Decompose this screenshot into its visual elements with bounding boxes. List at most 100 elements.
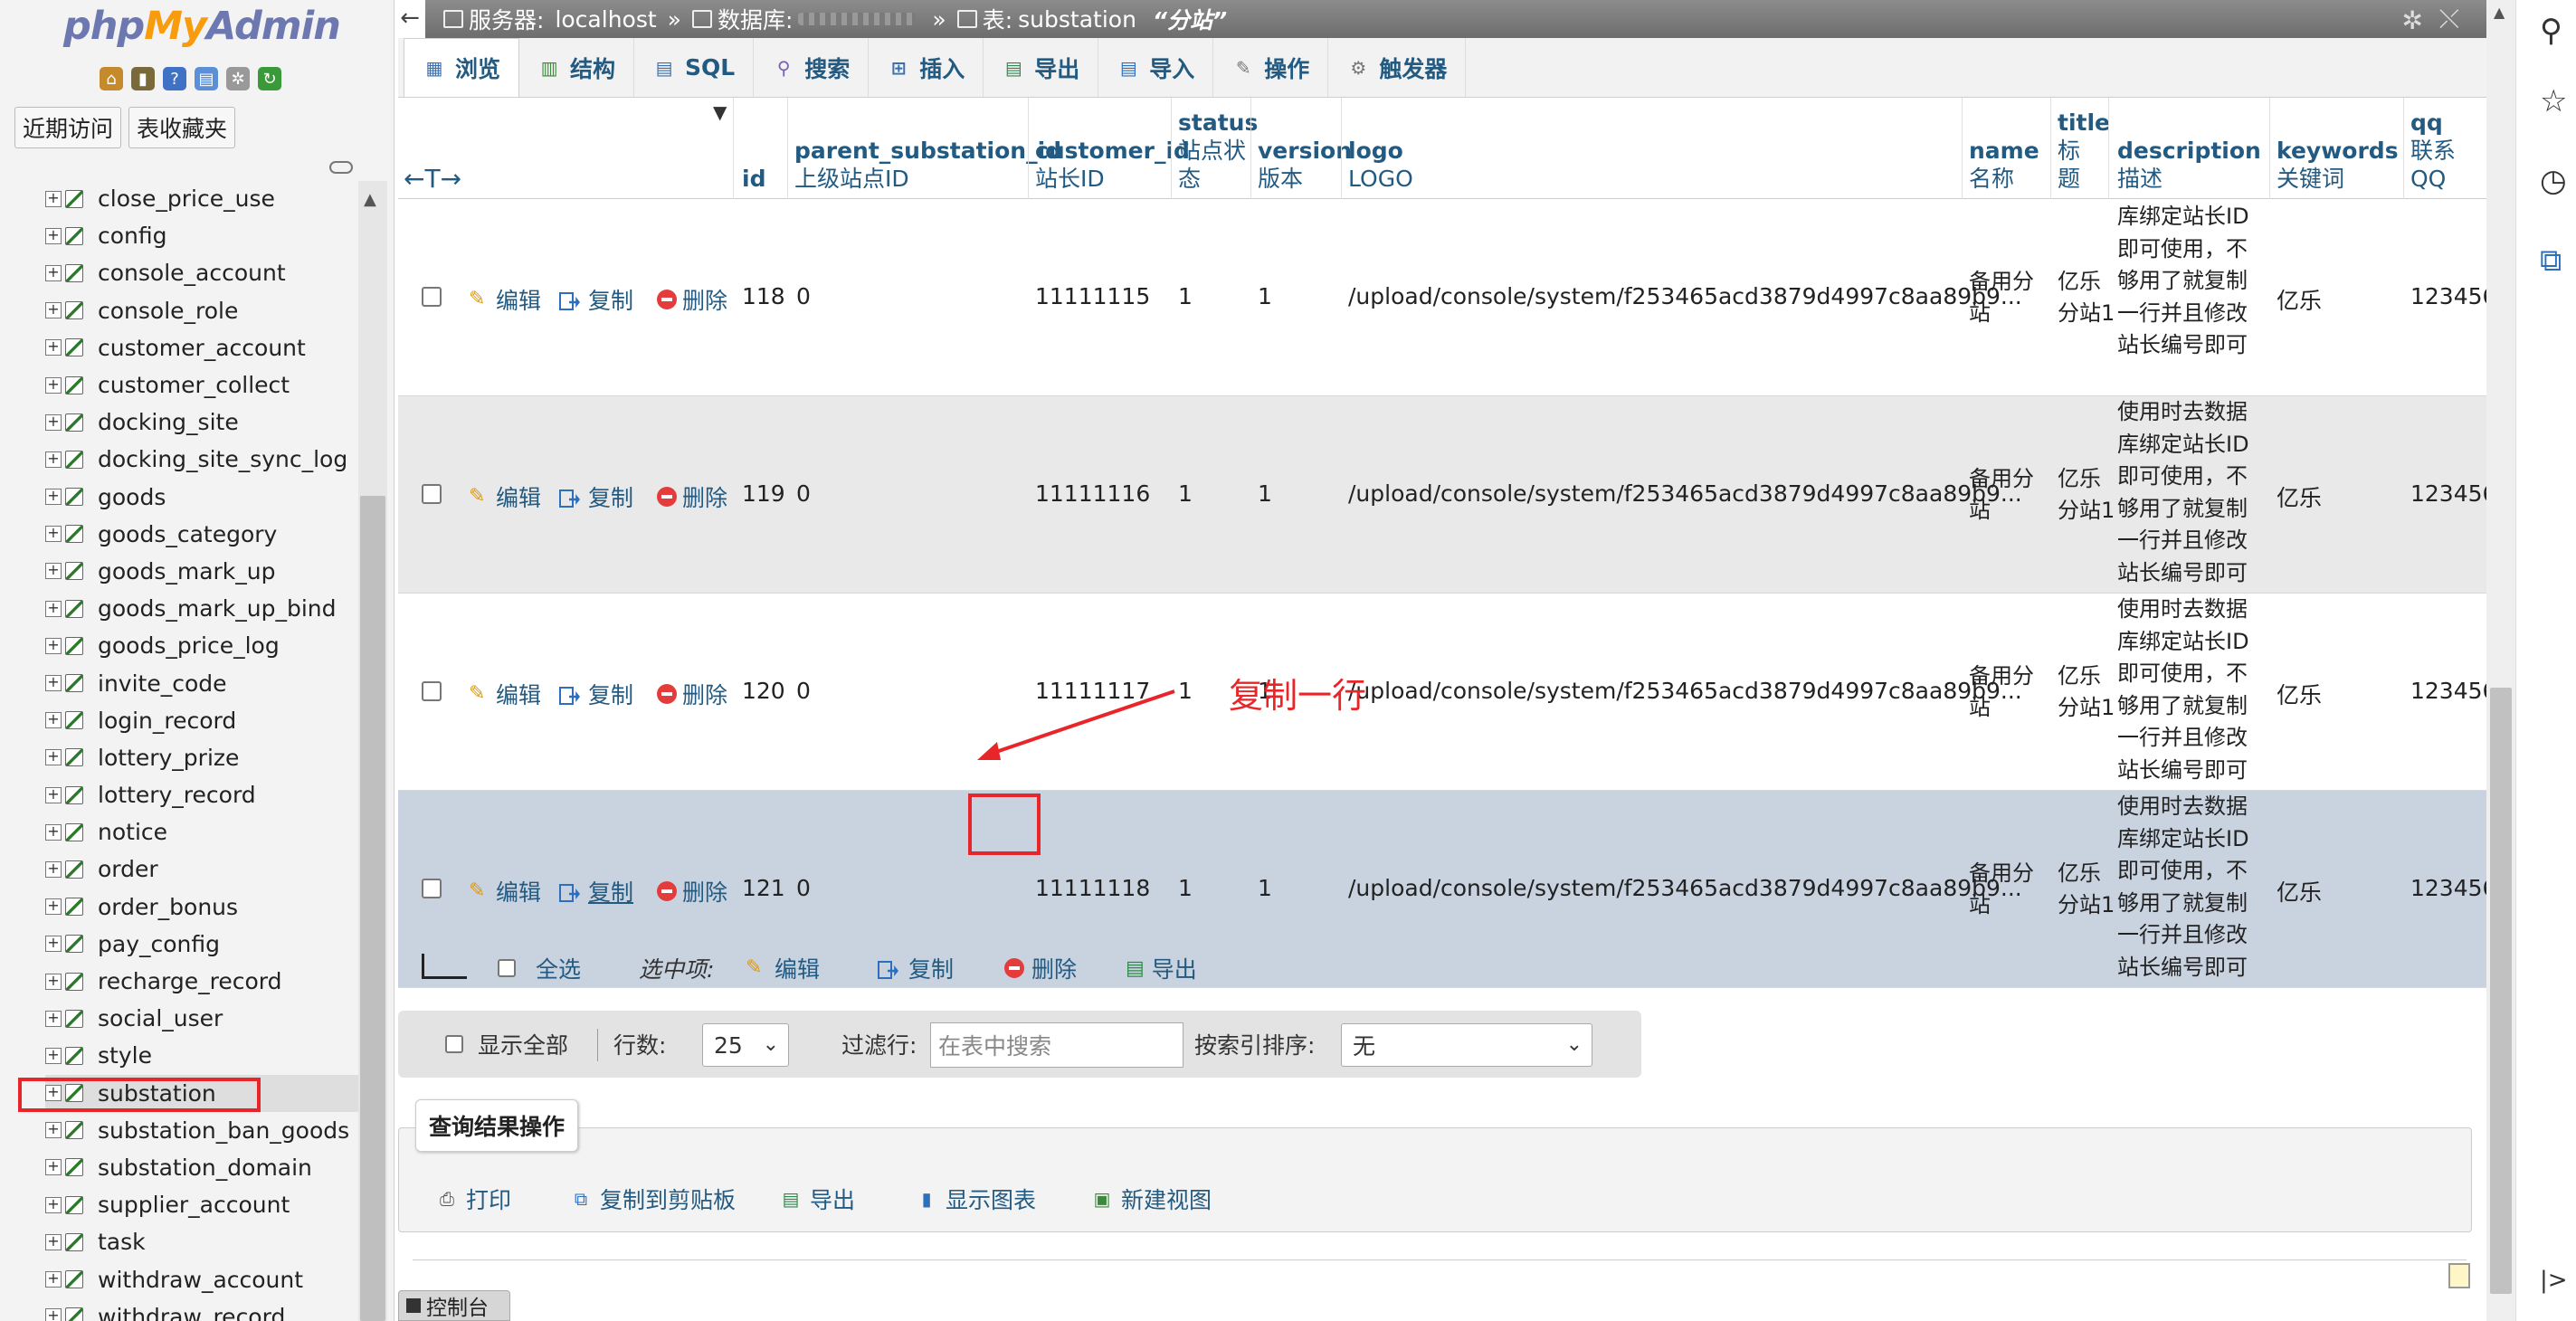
header-status[interactable]: status 站点状态 xyxy=(1178,109,1258,193)
table-item-label[interactable]: close_price_use xyxy=(98,185,275,212)
table-item[interactable]: + docking_site xyxy=(45,404,362,441)
expand-icon[interactable]: + xyxy=(45,563,62,580)
table-item[interactable]: + pay_config xyxy=(45,926,362,963)
edit-link[interactable]: ✎ 编辑 xyxy=(469,283,541,316)
column-menu-chevron-icon[interactable]: ▼ xyxy=(713,101,727,123)
expand-icon[interactable]: + xyxy=(45,526,62,543)
table-item[interactable]: + goods_price_log xyxy=(45,627,362,664)
expand-icon[interactable]: + xyxy=(45,227,62,244)
tab-8[interactable]: ⚙ 触发器 xyxy=(1328,38,1467,97)
edit-link[interactable]: ✎ 编辑 xyxy=(469,875,541,908)
header-logo[interactable]: logo LOGO xyxy=(1348,137,1413,193)
copy-link[interactable]: 复制 xyxy=(559,875,633,908)
expand-icon[interactable]: + xyxy=(45,451,62,468)
expand-icon[interactable]: + xyxy=(45,637,62,654)
expand-icon[interactable]: + xyxy=(45,339,62,356)
table-item[interactable]: + lottery_prize xyxy=(45,739,362,776)
table-item-label[interactable]: order xyxy=(98,856,158,882)
header-customer-id[interactable]: customer_id 站长ID xyxy=(1035,137,1190,193)
gear-icon[interactable]: ✲ xyxy=(226,67,250,90)
table-item[interactable]: + goods_mark_up xyxy=(45,553,362,590)
table-item-label[interactable]: goods xyxy=(98,484,166,510)
table-item[interactable]: + order_bonus xyxy=(45,889,362,926)
expand-icon[interactable]: + xyxy=(45,413,62,431)
table-item[interactable]: + docking_site_sync_log xyxy=(45,441,362,478)
expand-icon[interactable]: + xyxy=(45,1047,62,1064)
expand-icon[interactable]: + xyxy=(45,1010,62,1027)
table-link[interactable]: substation xyxy=(1018,6,1136,33)
table-icon[interactable] xyxy=(65,674,83,693)
show-all-toggle[interactable]: 显示全部 xyxy=(445,1011,568,1078)
delete-link[interactable]: 删除 xyxy=(657,678,727,710)
table-item[interactable]: + notice xyxy=(45,813,362,851)
table-icon[interactable] xyxy=(65,338,83,357)
bulk-export-button[interactable]: ▤ 导出 xyxy=(1126,952,1197,984)
main-scrollbar[interactable]: ▲ xyxy=(2486,0,2515,1321)
table-item-label[interactable]: console_account xyxy=(98,260,286,286)
table-item[interactable]: + login_record xyxy=(45,702,362,739)
table-icon[interactable] xyxy=(65,898,83,917)
console-tab[interactable]: 控制台 xyxy=(398,1290,510,1321)
table-item-label[interactable]: style xyxy=(98,1042,152,1069)
table-icon[interactable] xyxy=(65,488,83,507)
table-icon[interactable] xyxy=(65,525,83,544)
table-item[interactable]: + task xyxy=(45,1223,362,1260)
expand-icon[interactable]: + xyxy=(45,712,62,729)
table-item-label[interactable]: customer_account xyxy=(98,335,306,361)
query-op-3[interactable]: ▮ 显示图表 xyxy=(915,1183,1036,1215)
tab-7[interactable]: ✎ 操作 xyxy=(1213,38,1329,97)
table-icon[interactable] xyxy=(65,785,83,804)
copy-link[interactable]: 复制 xyxy=(559,678,633,710)
search-icon[interactable]: ⚲ xyxy=(2540,13,2562,49)
bulk-delete-button[interactable]: 删除 xyxy=(1004,952,1077,984)
row-checkbox[interactable] xyxy=(422,484,442,504)
table-icon[interactable] xyxy=(65,189,83,208)
tab-1[interactable]: ▥ 结构 xyxy=(519,38,635,97)
table-item-label[interactable]: goods_mark_up_bind xyxy=(98,595,337,622)
table-icon[interactable] xyxy=(65,711,83,730)
expand-icon[interactable]: + xyxy=(45,786,62,803)
table-icon[interactable] xyxy=(65,1158,83,1177)
table-item-label[interactable]: substation_domain xyxy=(98,1155,312,1181)
filter-input[interactable]: 在表中搜索 xyxy=(930,1022,1183,1068)
row-checkbox[interactable] xyxy=(422,681,442,701)
delete-link[interactable]: 删除 xyxy=(657,283,727,316)
header-title[interactable]: title 标题 xyxy=(2058,109,2110,193)
table-item-label[interactable]: goods_category xyxy=(98,521,277,547)
reload-icon[interactable]: ↻ xyxy=(258,67,281,90)
expand-icon[interactable]: + xyxy=(45,823,62,841)
table-item-label[interactable]: docking_site_sync_log xyxy=(98,446,347,472)
expand-icon[interactable]: + xyxy=(45,749,62,766)
header-id[interactable]: id xyxy=(742,165,765,193)
table-item-label[interactable]: goods_price_log xyxy=(98,632,280,659)
table-item-label[interactable]: invite_code xyxy=(98,670,227,697)
sidebar-collapse-icon[interactable]: |> xyxy=(2540,1267,2568,1294)
table-item-label[interactable]: lottery_prize xyxy=(98,745,239,771)
settings-gear-icon[interactable]: ✲ xyxy=(2402,5,2423,35)
copy-link[interactable]: 复制 xyxy=(559,480,633,513)
expand-icon[interactable]: + xyxy=(45,1159,62,1176)
table-item[interactable]: + console_account xyxy=(45,254,362,291)
table-item[interactable]: + goods_mark_up_bind xyxy=(45,590,362,627)
table-item[interactable]: + substation_domain xyxy=(45,1149,362,1186)
tab-0[interactable]: ▦ 浏览 xyxy=(404,38,520,97)
database-name-redacted[interactable] xyxy=(798,13,917,25)
table-item[interactable]: + customer_collect xyxy=(45,366,362,404)
header-version[interactable]: version 版本 xyxy=(1258,137,1352,193)
history-icon[interactable]: ◷ xyxy=(2540,163,2567,199)
select-all-checkbox[interactable] xyxy=(498,959,516,977)
tab-3[interactable]: ⚲ 搜索 xyxy=(754,38,870,97)
select-all[interactable]: 全选 xyxy=(498,952,581,984)
nav-scrollbar[interactable]: ▲ xyxy=(358,181,387,1321)
table-icon[interactable] xyxy=(65,860,83,879)
table-icon[interactable] xyxy=(65,1270,83,1289)
table-item-label[interactable]: substation_ban_goods xyxy=(98,1117,349,1144)
edit-link[interactable]: ✎ 编辑 xyxy=(469,678,541,710)
copy-link[interactable]: 复制 xyxy=(559,283,633,316)
table-icon[interactable] xyxy=(65,301,83,320)
table-icon[interactable] xyxy=(65,972,83,991)
expand-icon[interactable]: + xyxy=(45,675,62,692)
table-icon[interactable] xyxy=(65,748,83,767)
table-item-label[interactable]: login_record xyxy=(98,708,236,734)
table-item-label[interactable]: lottery_record xyxy=(98,782,256,808)
